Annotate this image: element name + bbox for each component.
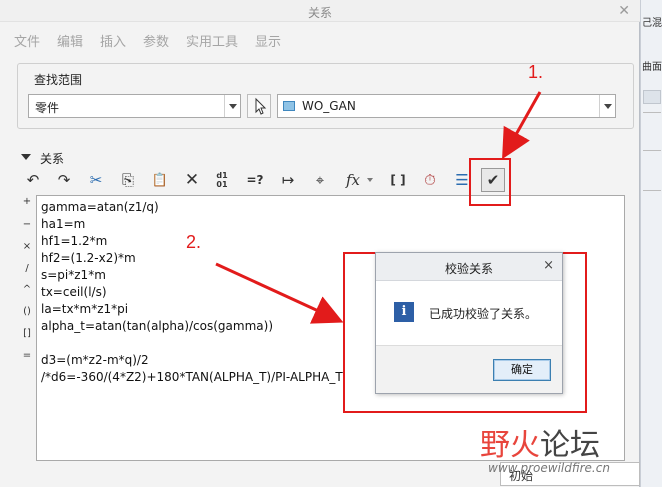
info-icon: i xyxy=(394,302,414,322)
message-title: 校验关系 xyxy=(444,262,493,276)
arrow-to-verify xyxy=(502,91,542,160)
message-text: 已成功校验了关系。 xyxy=(429,307,538,321)
close-icon[interactable]: × xyxy=(543,258,554,273)
ok-button[interactable]: 确定 xyxy=(493,359,551,381)
message-title-bar: 校验关系 × xyxy=(376,253,562,281)
message-footer: 确定 xyxy=(376,345,562,393)
arrow-to-message xyxy=(215,262,344,324)
verify-message-box: 校验关系 × i 已成功校验了关系。 确定 xyxy=(375,252,563,394)
annotation-arrows xyxy=(215,91,542,324)
